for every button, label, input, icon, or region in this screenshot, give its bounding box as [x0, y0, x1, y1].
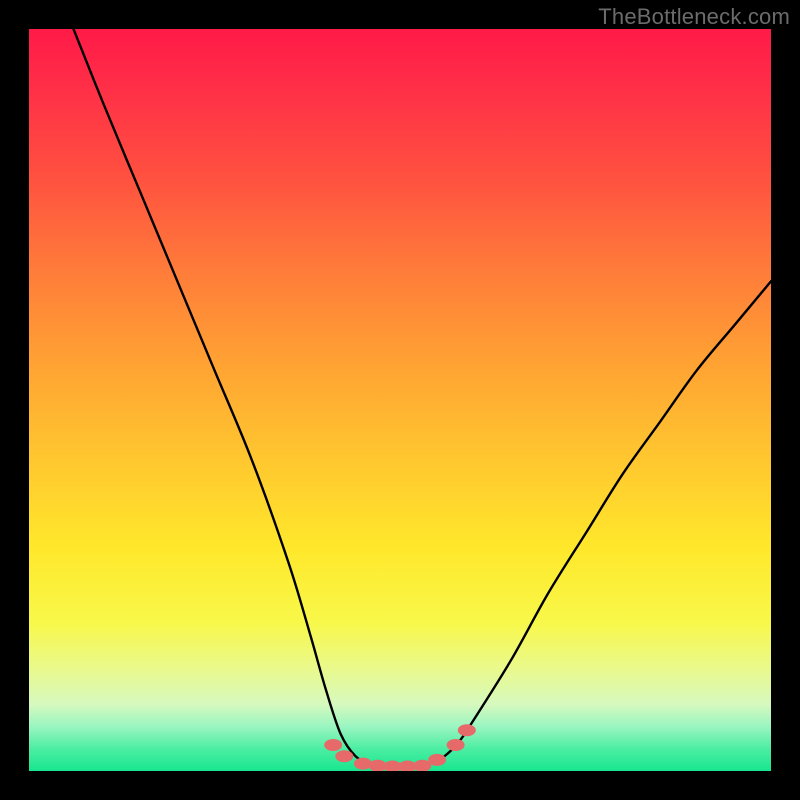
marker-dot	[335, 750, 353, 762]
marker-dot	[447, 739, 465, 751]
marker-dot	[354, 758, 372, 770]
bottleneck-curve-path	[74, 29, 772, 768]
watermark-text: TheBottleneck.com	[598, 4, 790, 30]
bottleneck-curve-svg	[29, 29, 771, 771]
chart-plot-area	[29, 29, 771, 771]
marker-dot	[428, 754, 446, 766]
marker-dot	[324, 739, 342, 751]
marker-dot	[458, 724, 476, 736]
